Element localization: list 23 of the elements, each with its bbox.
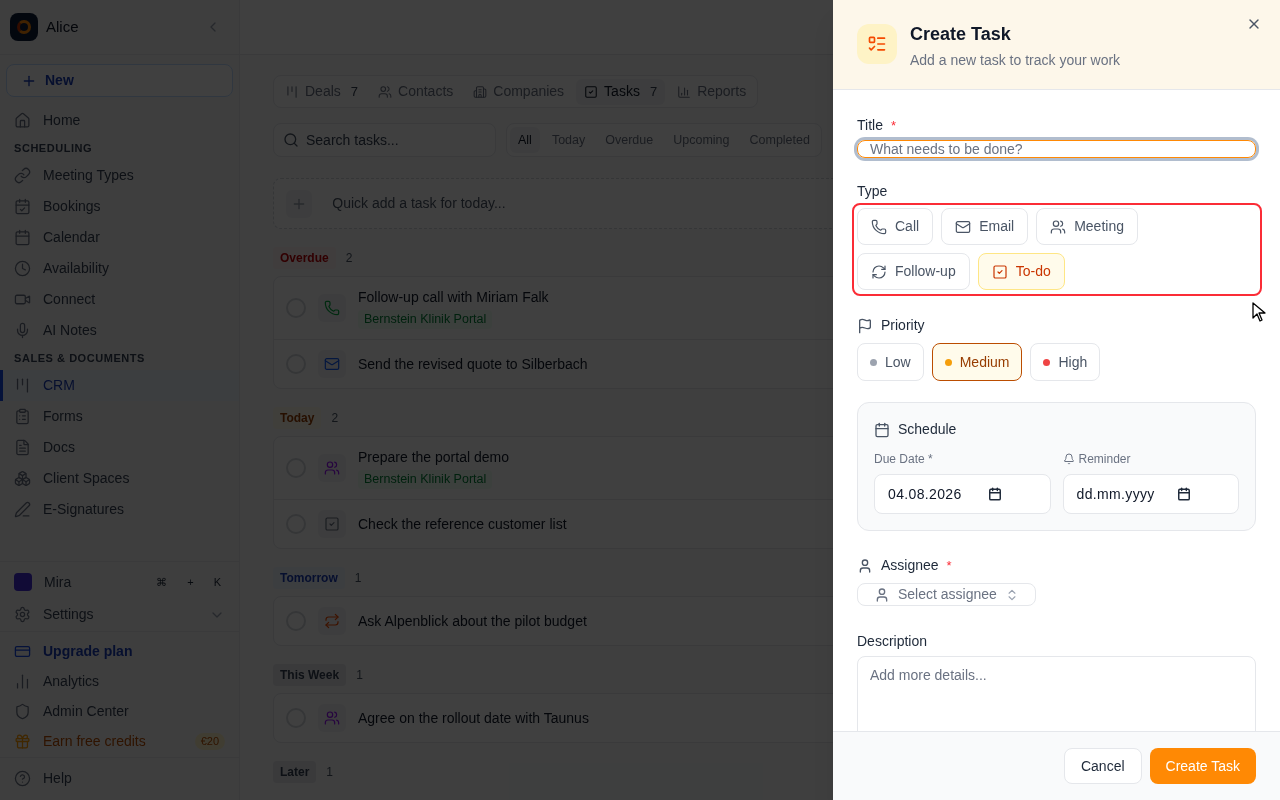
shortcut-key: + (183, 573, 198, 591)
schedule-title: Schedule (898, 420, 957, 439)
shortcut-key: ⌘ (152, 573, 172, 591)
task-title: Agree on the rollout date with Taunus (358, 708, 589, 728)
field-label: Title (857, 116, 883, 135)
task-title: Check the reference customer list (358, 514, 567, 534)
field-label: Description (857, 632, 928, 651)
workspace-name: Alice (46, 16, 80, 37)
task-title: Follow-up call with Miriam Falk (358, 288, 549, 308)
field-label: Type (857, 182, 888, 201)
required-mark: * (946, 556, 952, 575)
task-title: Send the revised quote to Silberbach (358, 354, 588, 374)
panel-title: Create Task (910, 24, 1012, 44)
field-label: Priority (881, 316, 925, 335)
field-label: Assignee (881, 556, 939, 575)
required-mark: * (890, 116, 896, 135)
panel-subtitle: Add a new task to track your work (910, 51, 1121, 70)
task-title: Prepare the portal demo (358, 448, 509, 468)
tab-label: Tasks (604, 82, 640, 101)
task-title: Ask Alpenblick about the pilot budget (358, 611, 587, 631)
credits-label: Earn free credits (43, 732, 147, 751)
due-date-label: Due Date * (874, 451, 934, 468)
reminder-label: Reminder (1078, 451, 1131, 468)
